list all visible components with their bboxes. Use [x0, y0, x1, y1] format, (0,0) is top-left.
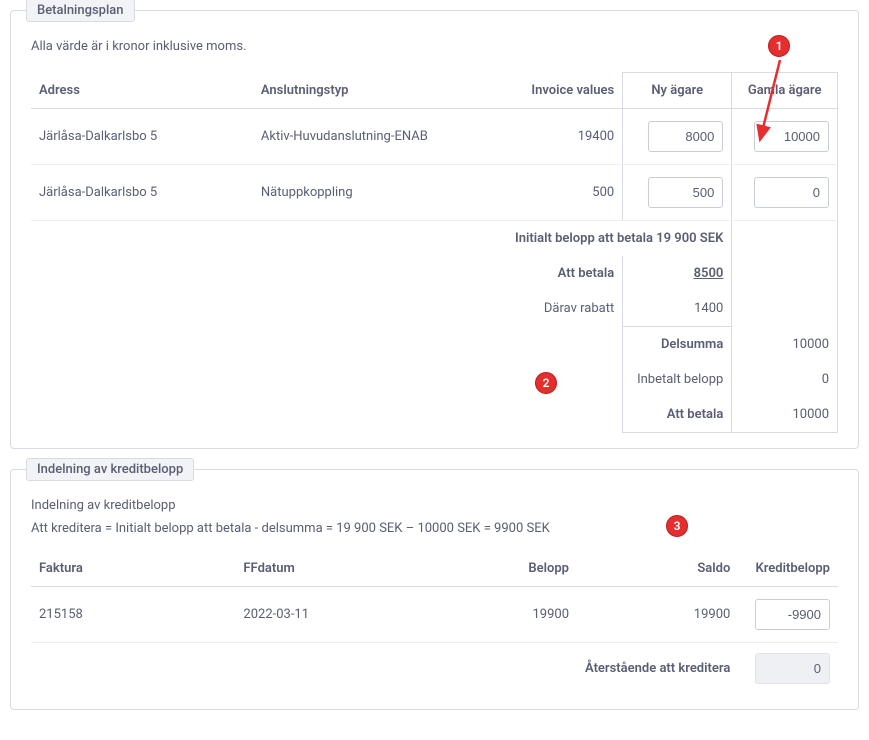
ny-agare-input[interactable] — [648, 177, 723, 208]
cell-adress: Järlåsa-Dalkarlsbo 5 — [31, 165, 253, 221]
cell-typ: Aktiv-Huvudanslutning-ENAB — [253, 109, 496, 165]
ny-agare-input[interactable] — [648, 121, 723, 152]
cell-invoice: 500 — [496, 165, 623, 221]
cell-ny — [623, 109, 732, 165]
table-row: Järlåsa-Dalkarlsbo 5 Aktiv-Huvudanslutni… — [31, 109, 838, 165]
credit-table: Faktura FFdatum Belopp Saldo Kreditbelop… — [31, 551, 838, 694]
payment-plan-table: Adress Anslutningstyp Invoice values Ny … — [31, 72, 838, 433]
credit-formula: Att kreditera = Initialt belopp att beta… — [31, 521, 838, 536]
cell-faktura: 215158 — [31, 587, 235, 643]
cell-typ: Nätuppkoppling — [253, 165, 496, 221]
annotation-badge-3: 3 — [666, 515, 688, 537]
col-kreditbelopp: Kreditbelopp — [738, 551, 838, 587]
att-betala2-value: 10000 — [732, 397, 838, 433]
gamla-agare-input[interactable] — [754, 177, 829, 208]
cell-ffdatum: 2022-03-11 — [235, 587, 459, 643]
kreditbelopp-input[interactable] — [755, 599, 830, 630]
cell-invoice: 19400 — [496, 109, 623, 165]
inbetalt-label: Inbetalt belopp — [623, 362, 732, 397]
section-title: Betalningsplan — [26, 0, 135, 22]
summary-inbetalt: Inbetalt belopp 0 — [31, 362, 838, 397]
col-anslutningstyp: Anslutningstyp — [253, 73, 496, 109]
inbetalt-value: 0 — [732, 362, 838, 397]
section-subtext: Alla värde är i kronor inklusive moms. — [31, 39, 838, 54]
gamla-agare-input[interactable] — [754, 121, 829, 152]
col-invoice-values: Invoice values — [496, 73, 623, 109]
col-saldo: Saldo — [577, 551, 738, 587]
summary-initial: Initialt belopp att betala 19 900 SEK — [31, 221, 838, 257]
col-ny-agare: Ny ägare — [623, 73, 732, 109]
initial-label: Initialt belopp att betala 19 900 SEK — [496, 221, 732, 257]
credit-subtitle: Indelning av kreditbelopp — [31, 498, 838, 513]
table-row: Järlåsa-Dalkarlsbo 5 Nätuppkoppling 500 — [31, 165, 838, 221]
aterstaende-input — [755, 653, 830, 684]
att-betala-value: 8500 — [623, 256, 732, 291]
cell-gamla — [732, 165, 838, 221]
formula-text: Att kreditera = Initialt belopp att beta… — [31, 521, 550, 536]
col-faktura: Faktura — [31, 551, 235, 587]
annotation-badge-1: 1 — [768, 35, 790, 57]
cell-kredit — [738, 587, 838, 643]
annotation-badge-2: 2 — [535, 372, 557, 394]
summary-att-betala-2: Att betala 10000 — [31, 397, 838, 433]
col-adress: Adress — [31, 73, 253, 109]
darav-value: 1400 — [623, 291, 732, 327]
aterstaende-cell — [738, 643, 838, 695]
summary-delsumma: Delsumma 10000 — [31, 327, 838, 363]
summary-darav: Därav rabatt 1400 — [31, 291, 838, 327]
col-belopp: Belopp — [459, 551, 577, 587]
cell-adress: Järlåsa-Dalkarlsbo 5 — [31, 109, 253, 165]
att-betala-label: Att betala — [496, 256, 623, 291]
payment-plan-section: Betalningsplan Alla värde är i kronor in… — [10, 10, 859, 449]
delsumma-label: Delsumma — [623, 327, 732, 363]
credit-split-section: Indelning av kreditbelopp Indelning av k… — [10, 469, 859, 710]
summary-att-betala: Att betala 8500 — [31, 256, 838, 291]
att-betala2-label: Att betala — [623, 397, 732, 433]
cell-ny — [623, 165, 732, 221]
section-title: Indelning av kreditbelopp — [26, 458, 194, 481]
cell-gamla — [732, 109, 838, 165]
table-row: 215158 2022-03-11 19900 19900 — [31, 587, 838, 643]
summary-aterstaende: Återstående att kreditera — [31, 643, 838, 695]
col-gamla-agare: Gamla ägare — [732, 73, 838, 109]
cell-belopp: 19900 — [459, 587, 577, 643]
col-ffdatum: FFdatum — [235, 551, 459, 587]
delsumma-value: 10000 — [732, 327, 838, 363]
darav-label: Därav rabatt — [496, 291, 623, 327]
cell-saldo: 19900 — [577, 587, 738, 643]
aterstaende-label: Återstående att kreditera — [577, 643, 738, 695]
